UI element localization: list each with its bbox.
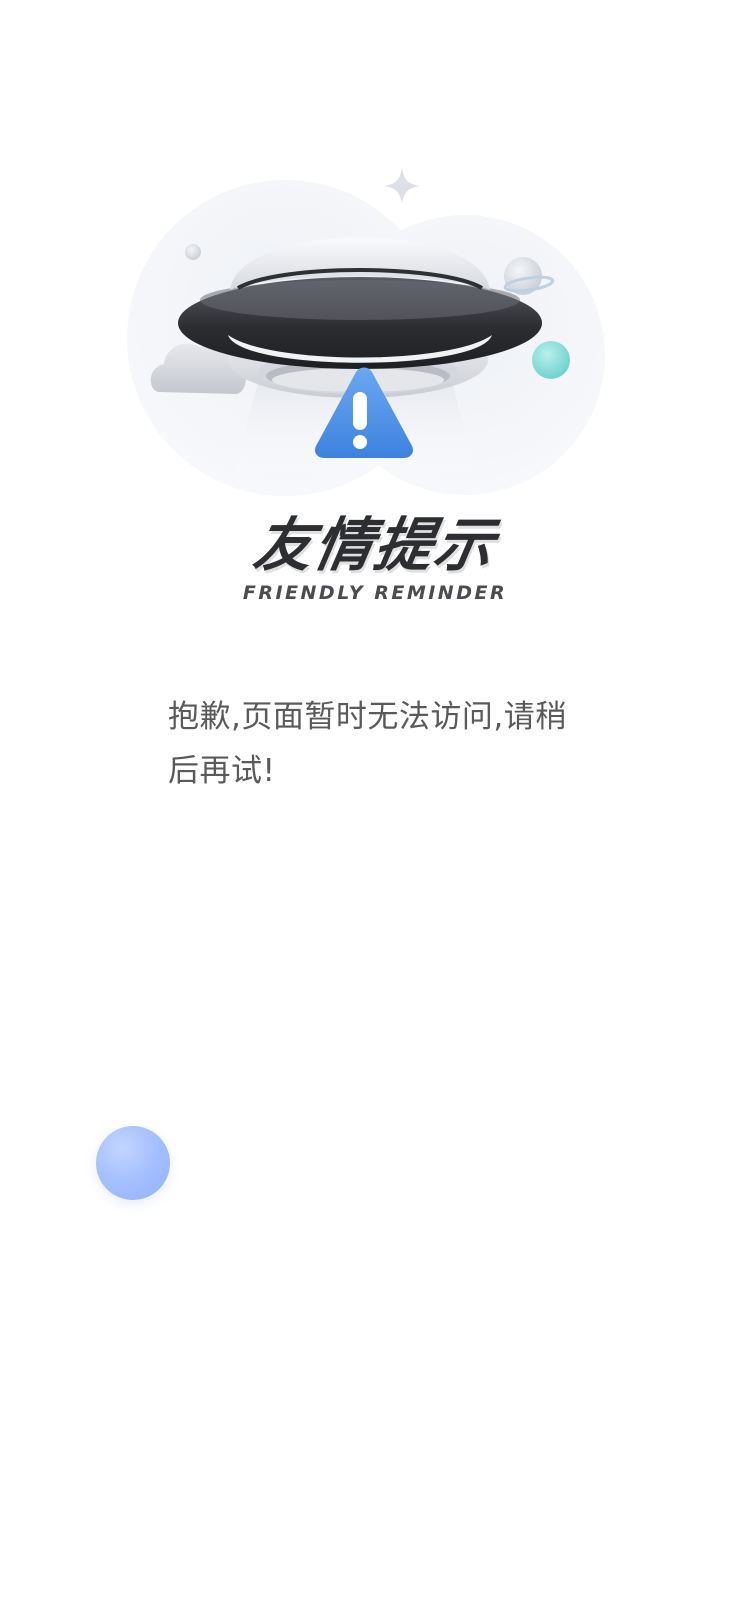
- title-chinese: 友情提示: [248, 511, 501, 579]
- title-english: FRIENDLY REMINDER: [242, 582, 508, 604]
- error-message: 抱歉,页面暂时无法访问,请稍后再试!: [168, 699, 567, 789]
- sparkle-icon: [384, 168, 420, 204]
- ufo-warning-illustration: [120, 160, 620, 520]
- error-page: 友情提示 FRIENDLY REMINDER 抱歉,页面暂时无法访问,请稍后再试…: [0, 0, 750, 1624]
- floating-bubble: [96, 1126, 170, 1200]
- notice-title: 友情提示 FRIENDLY REMINDER: [0, 511, 750, 604]
- small-moon: [185, 244, 201, 260]
- teal-planet: [532, 341, 570, 379]
